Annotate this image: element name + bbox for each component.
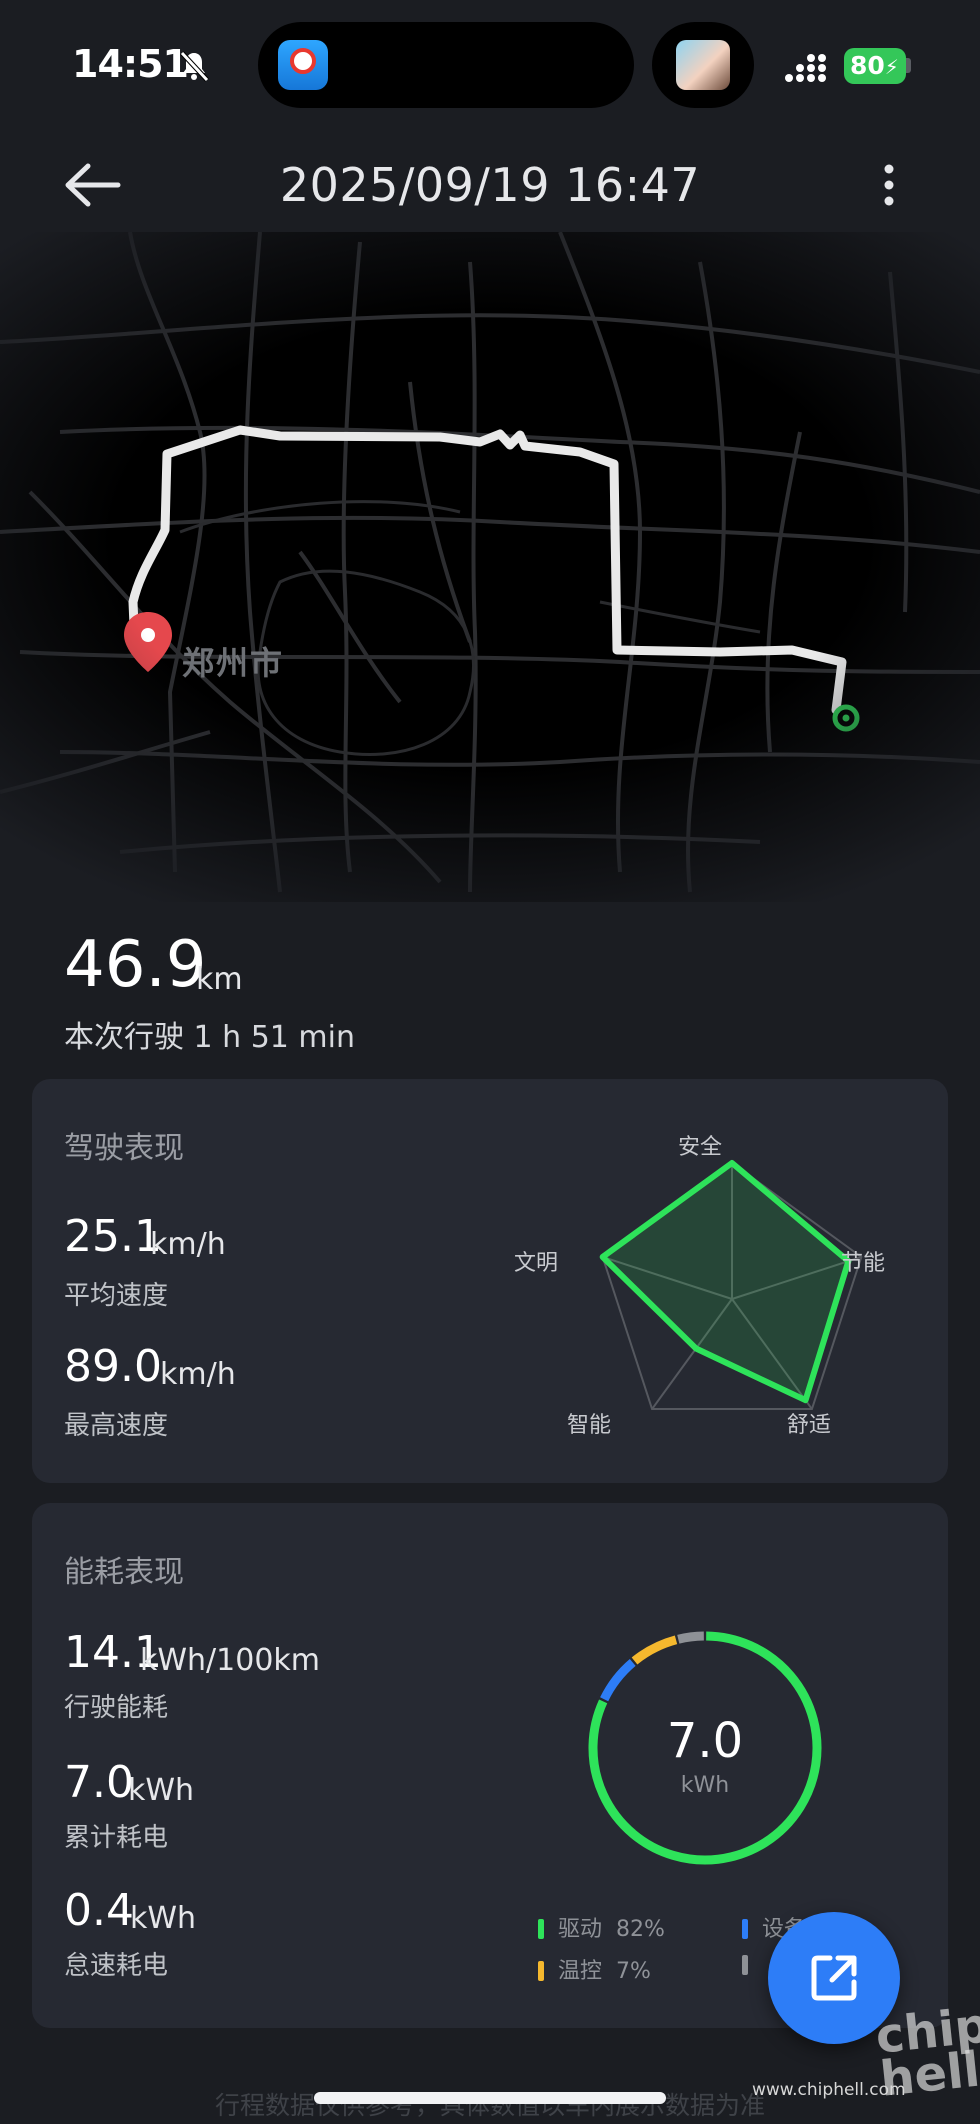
idle-energy-unit: kWh bbox=[130, 1901, 197, 1936]
legend-item-climate: 温控 7% bbox=[538, 1953, 651, 1985]
trip-distance: 46.9 bbox=[64, 928, 207, 1002]
legend-name-drive: 驱动 bbox=[558, 1917, 603, 1942]
driving-performance-card: 驾驶表现 25.1 km/h 平均速度 89.0 km/h 最高速度 安全 节能… bbox=[32, 1079, 948, 1483]
ring-unit: kWh bbox=[680, 1773, 730, 1798]
trip-duration: 本次行驶 1 h 51 min bbox=[64, 1020, 355, 1055]
idle-energy-label: 怠速耗电 bbox=[64, 1951, 169, 1981]
legend-name-climate: 温控 bbox=[558, 1959, 603, 1984]
consumption-label: 行驶能耗 bbox=[64, 1693, 169, 1723]
radar-label-efficiency: 节能 bbox=[841, 1251, 886, 1276]
home-indicator[interactable] bbox=[314, 2092, 666, 2104]
legend-swatch-drive bbox=[538, 1919, 544, 1939]
driving-card-title: 驾驶表现 bbox=[64, 1131, 184, 1166]
page-title: 2025/09/19 16:47 bbox=[279, 158, 701, 212]
legend-percent-climate: 7% bbox=[616, 1959, 651, 1984]
battery-nub bbox=[906, 58, 911, 73]
legend-swatch-climate bbox=[538, 1961, 544, 1981]
idle-energy-value: 0.4 bbox=[64, 1885, 134, 1936]
more-vertical-icon[interactable] bbox=[872, 160, 906, 210]
trip-distance-unit: km bbox=[196, 962, 243, 997]
dynamic-island[interactable] bbox=[258, 22, 634, 108]
battery-indicator: 80⚡ bbox=[844, 48, 906, 84]
map-city-label: 郑州市 bbox=[182, 644, 285, 682]
bell-slash-icon bbox=[180, 51, 209, 82]
radar-label-intelligence: 智能 bbox=[567, 1413, 612, 1438]
ring-segment bbox=[677, 1631, 704, 1644]
ring-value: 7.0 bbox=[666, 1713, 744, 1769]
dynamic-island-secondary[interactable] bbox=[652, 22, 754, 108]
radar-label-safety: 安全 bbox=[678, 1135, 723, 1160]
railway-app-icon[interactable] bbox=[278, 40, 328, 90]
ring-segment bbox=[600, 1659, 636, 1702]
max-speed-value: 89.0 bbox=[64, 1341, 162, 1392]
max-speed-unit: km/h bbox=[160, 1357, 236, 1392]
legend-item-other bbox=[742, 1953, 762, 1978]
total-energy-unit: kWh bbox=[128, 1773, 195, 1808]
legend-swatch-other bbox=[742, 1955, 748, 1975]
status-time: 14:51 bbox=[72, 42, 189, 86]
watermark-url: www.chiphell.com bbox=[752, 2080, 906, 2100]
avg-speed-label: 平均速度 bbox=[64, 1281, 169, 1311]
total-energy-value: 7.0 bbox=[64, 1757, 134, 1808]
signal-icon bbox=[785, 54, 826, 82]
energy-card-title: 能耗表现 bbox=[64, 1555, 184, 1590]
avg-speed-unit: km/h bbox=[150, 1227, 226, 1262]
ring-segment bbox=[631, 1635, 678, 1665]
avg-speed-value: 25.1 bbox=[64, 1211, 162, 1262]
charging-icon: ⚡ bbox=[884, 55, 899, 79]
route-map[interactable] bbox=[0, 232, 980, 902]
battery-level: 80 bbox=[850, 51, 885, 80]
avatar[interactable] bbox=[676, 40, 730, 90]
consumption-unit: kWh/100km bbox=[140, 1643, 321, 1678]
share-external-icon bbox=[811, 1955, 857, 2001]
total-energy-label: 累计耗电 bbox=[64, 1823, 169, 1853]
radar-label-civility: 文明 bbox=[514, 1251, 559, 1276]
max-speed-label: 最高速度 bbox=[64, 1411, 169, 1441]
radar-score-polygon bbox=[599, 1160, 852, 1404]
legend-percent-drive: 82% bbox=[616, 1917, 665, 1942]
legend-swatch-device bbox=[742, 1919, 748, 1939]
radar-label-comfort: 舒适 bbox=[787, 1413, 832, 1438]
legend-item-drive: 驱动 82% bbox=[538, 1911, 665, 1943]
